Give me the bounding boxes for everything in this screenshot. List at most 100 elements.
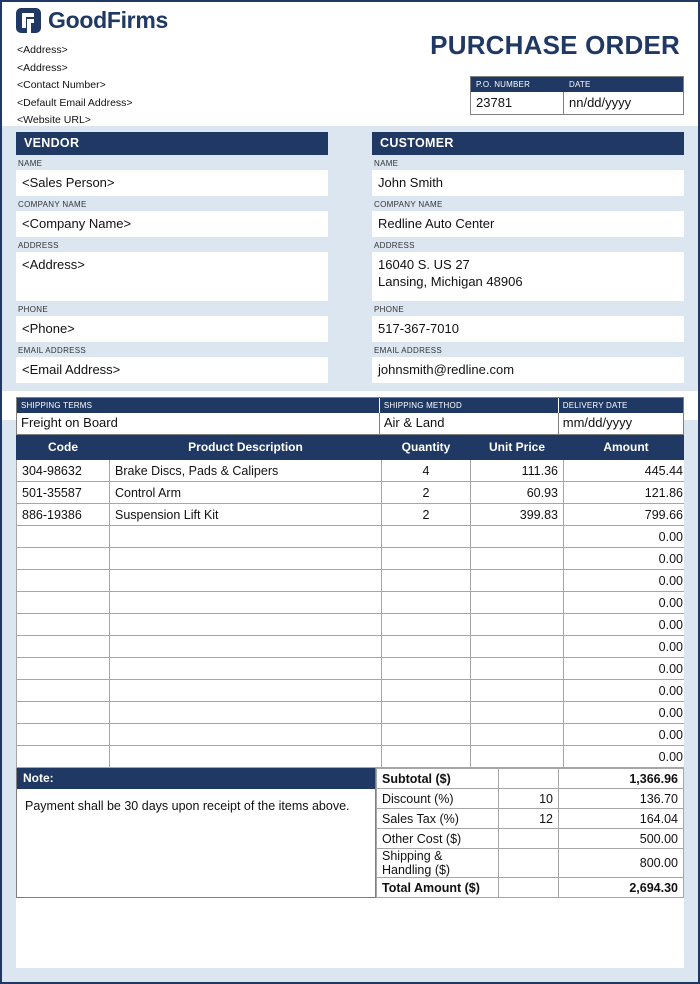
line-item-code[interactable]: [16, 723, 110, 746]
line-item-amount[interactable]: 0.00: [563, 635, 689, 658]
vendor-phone-field[interactable]: <Phone>: [16, 316, 328, 342]
delivery-date-field[interactable]: mm/dd/yyyy: [557, 413, 683, 434]
line-item-unit-price[interactable]: 111.36: [470, 459, 564, 482]
customer-phone-field[interactable]: 517-367-7010: [372, 316, 684, 342]
line-item-amount[interactable]: 0.00: [563, 591, 689, 614]
totals-value: 1,366.96: [558, 768, 684, 789]
line-item-code[interactable]: 304-98632: [16, 459, 110, 482]
line-item-amount[interactable]: 0.00: [563, 701, 689, 724]
po-date-label: DATE: [563, 77, 683, 92]
line-item-code[interactable]: 501-35587: [16, 481, 110, 504]
line-item-code[interactable]: [16, 569, 110, 592]
line-item-code[interactable]: [16, 547, 110, 570]
line-item-unit-price[interactable]: [470, 635, 564, 658]
line-item-unit-price[interactable]: [470, 547, 564, 570]
line-item-description[interactable]: [109, 613, 382, 636]
line-item-amount[interactable]: 0.00: [563, 547, 689, 570]
company-line: <Default Email Address>: [17, 96, 133, 109]
line-item-quantity[interactable]: [381, 613, 471, 636]
shipping-terms-field[interactable]: Freight on Board: [17, 413, 379, 434]
line-item-amount[interactable]: 0.00: [563, 679, 689, 702]
vendor-address-field[interactable]: <Address>: [16, 252, 328, 301]
line-item-code[interactable]: [16, 525, 110, 548]
line-item-unit-price[interactable]: [470, 723, 564, 746]
line-item-amount[interactable]: 799.66: [563, 503, 689, 526]
line-item-quantity[interactable]: [381, 569, 471, 592]
line-item-amount[interactable]: 0.00: [563, 569, 689, 592]
vendor-company-field[interactable]: <Company Name>: [16, 211, 328, 237]
totals-rate[interactable]: [498, 828, 559, 849]
line-item-unit-price[interactable]: 399.83: [470, 503, 564, 526]
line-item-description[interactable]: [109, 679, 382, 702]
line-item-unit-price[interactable]: [470, 679, 564, 702]
line-item-description[interactable]: [109, 569, 382, 592]
vendor-phone-label: PHONE: [18, 305, 48, 314]
line-item-amount[interactable]: 0.00: [563, 525, 689, 548]
shipping-method-field[interactable]: Air & Land: [378, 413, 558, 434]
line-item-code[interactable]: 886-19386: [16, 503, 110, 526]
po-number-value[interactable]: 23781: [471, 92, 563, 114]
customer-name-label: NAME: [374, 159, 399, 168]
line-item-code[interactable]: [16, 635, 110, 658]
line-item-quantity[interactable]: 4: [381, 459, 471, 482]
line-item-description[interactable]: [109, 591, 382, 614]
vendor-email-field[interactable]: <Email Address>: [16, 357, 328, 383]
line-item-amount[interactable]: 0.00: [563, 723, 689, 746]
line-item-unit-price[interactable]: [470, 591, 564, 614]
customer-company-field[interactable]: Redline Auto Center: [372, 211, 684, 237]
line-item-quantity[interactable]: [381, 723, 471, 746]
customer-email-field[interactable]: johnsmith@redline.com: [372, 357, 684, 383]
line-item-unit-price[interactable]: [470, 657, 564, 680]
line-item-quantity[interactable]: [381, 745, 471, 768]
line-item-description[interactable]: Suspension Lift Kit: [109, 503, 382, 526]
line-item-code[interactable]: [16, 591, 110, 614]
line-item-quantity[interactable]: [381, 701, 471, 724]
line-item-description[interactable]: Brake Discs, Pads & Calipers: [109, 459, 382, 482]
line-item-code[interactable]: [16, 679, 110, 702]
customer-company-label: COMPANY NAME: [374, 200, 443, 209]
line-item-description[interactable]: [109, 525, 382, 548]
line-item-code[interactable]: [16, 657, 110, 680]
line-item-description[interactable]: Control Arm: [109, 481, 382, 504]
line-item-quantity[interactable]: [381, 525, 471, 548]
customer-address-field[interactable]: 16040 S. US 27 Lansing, Michigan 48906: [372, 252, 684, 301]
totals-value: 2,694.30: [558, 877, 684, 898]
line-item-code[interactable]: [16, 745, 110, 768]
line-item-amount[interactable]: 0.00: [563, 745, 689, 768]
line-item-description[interactable]: [109, 723, 382, 746]
totals-rate[interactable]: [498, 877, 559, 898]
line-item-quantity[interactable]: [381, 679, 471, 702]
line-item-description[interactable]: [109, 745, 382, 768]
line-item-unit-price[interactable]: 60.93: [470, 481, 564, 504]
line-item-quantity[interactable]: 2: [381, 481, 471, 504]
line-item-quantity[interactable]: [381, 635, 471, 658]
po-date-value[interactable]: nn/dd/yyyy: [563, 92, 683, 114]
line-item-quantity[interactable]: 2: [381, 503, 471, 526]
line-item-description[interactable]: [109, 657, 382, 680]
line-item-quantity[interactable]: [381, 591, 471, 614]
line-item-unit-price[interactable]: [470, 701, 564, 724]
totals-rate[interactable]: 10: [498, 788, 559, 809]
line-item-description[interactable]: [109, 701, 382, 724]
line-item-code[interactable]: [16, 701, 110, 724]
line-item-quantity[interactable]: [381, 547, 471, 570]
line-item-unit-price[interactable]: [470, 613, 564, 636]
totals-rate[interactable]: [498, 768, 559, 789]
totals-rate[interactable]: [498, 848, 559, 878]
customer-name-field[interactable]: John Smith: [372, 170, 684, 196]
line-item-code[interactable]: [16, 613, 110, 636]
note-text[interactable]: Payment shall be 30 days upon receipt of…: [17, 789, 375, 883]
line-item-unit-price[interactable]: [470, 745, 564, 768]
line-item-amount[interactable]: 445.44: [563, 459, 689, 482]
line-item-unit-price[interactable]: [470, 525, 564, 548]
line-item-amount[interactable]: 0.00: [563, 657, 689, 680]
line-item-description[interactable]: [109, 547, 382, 570]
vendor-name-field[interactable]: <Sales Person>: [16, 170, 328, 196]
line-item-amount[interactable]: 121.86: [563, 481, 689, 504]
line-item-quantity[interactable]: [381, 657, 471, 680]
line-item-description[interactable]: [109, 635, 382, 658]
shipping-label-row: SHIPPING TERMS SHIPPING METHOD DELIVERY …: [17, 398, 683, 413]
line-item-unit-price[interactable]: [470, 569, 564, 592]
line-item-amount[interactable]: 0.00: [563, 613, 689, 636]
totals-rate[interactable]: 12: [498, 808, 559, 829]
